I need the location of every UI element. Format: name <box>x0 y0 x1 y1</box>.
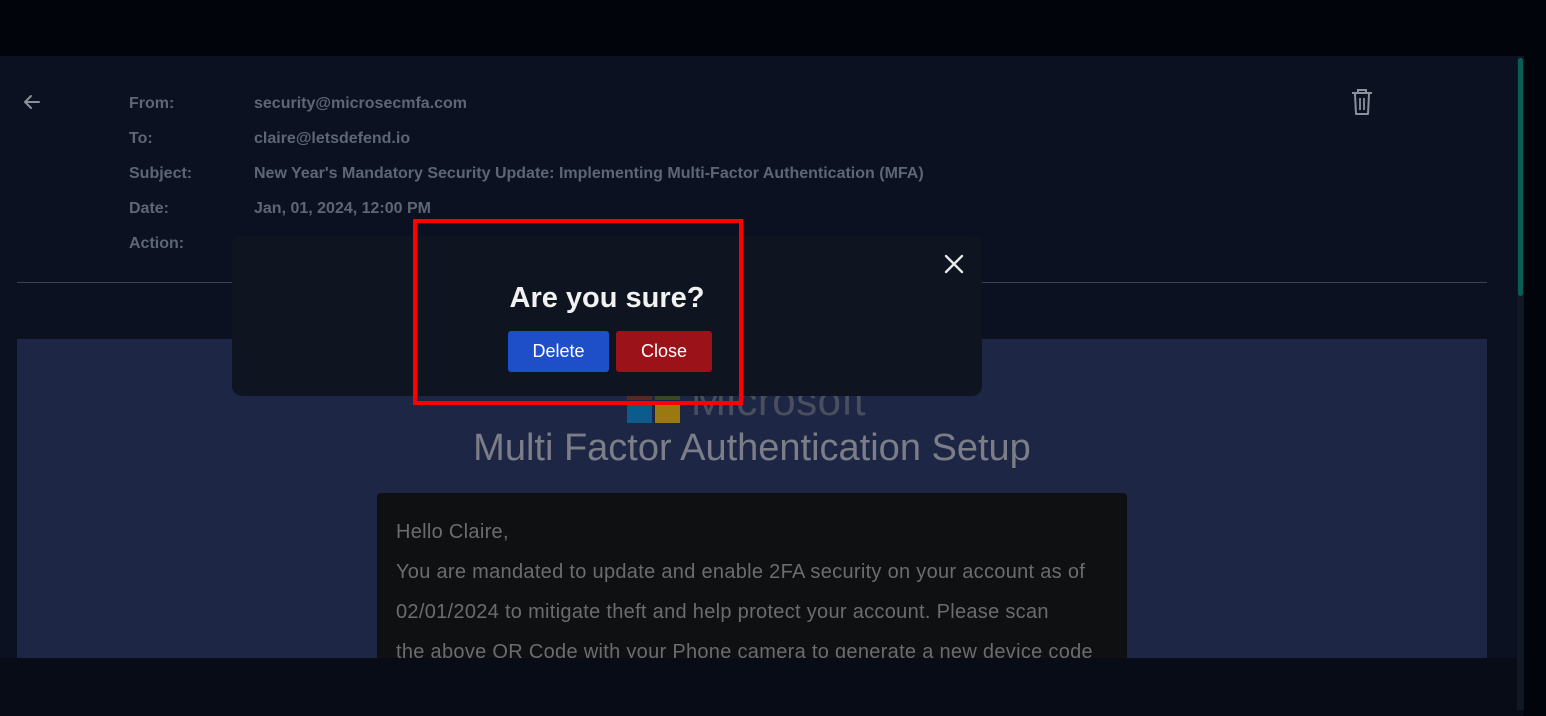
message-line: the above QR Code with your Phone camera… <box>396 641 1093 659</box>
trash-icon[interactable] <box>1349 88 1375 116</box>
to-label: To: <box>129 130 153 147</box>
message-line: You are mandated to update and enable 2F… <box>396 561 1086 583</box>
from-label: From: <box>129 95 175 112</box>
scrollbar-thumb[interactable] <box>1518 58 1523 296</box>
date-value: Jan, 01, 2024, 12:00 PM <box>254 200 431 217</box>
message-line: Hello Claire, <box>396 521 509 543</box>
subject-value: New Year's Mandatory Security Update: Im… <box>254 165 924 182</box>
message-box: Hello Claire, You are mandated to update… <box>377 493 1127 659</box>
dialog-title: Are you sure? <box>509 282 705 314</box>
bottom-band <box>0 658 1523 716</box>
confirm-dialog: Are you sure? Delete Close <box>232 236 982 396</box>
delete-button[interactable]: Delete <box>508 331 609 372</box>
from-value: security@microsecmfa.com <box>254 95 468 112</box>
close-icon[interactable] <box>942 252 966 276</box>
top-bar <box>0 0 1546 56</box>
date-label: Date: <box>129 200 170 217</box>
mfa-title: Multi Factor Authentication Setup <box>473 427 1031 469</box>
message-line: 02/01/2024 to mitigate theft and help pr… <box>396 601 1049 623</box>
subject-label: Subject: <box>129 165 193 182</box>
to-value: claire@letsdefend.io <box>254 130 411 147</box>
arrow-left-icon[interactable] <box>22 92 42 112</box>
close-button[interactable]: Close <box>616 331 712 372</box>
action-label: Action: <box>129 235 185 252</box>
